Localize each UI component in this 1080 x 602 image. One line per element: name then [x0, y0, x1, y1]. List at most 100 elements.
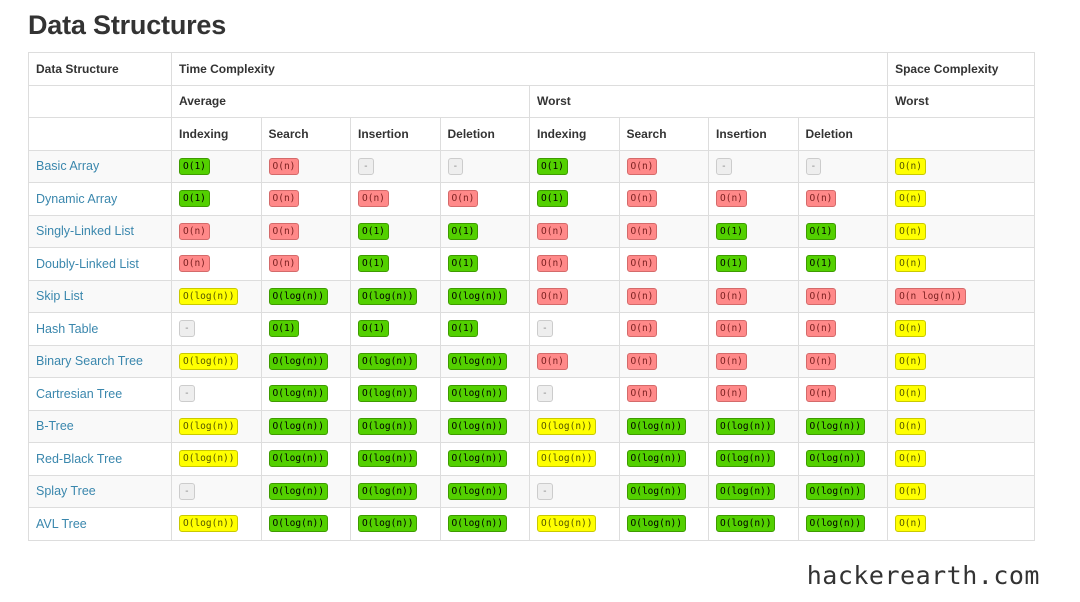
complexity-badge: - — [358, 157, 374, 175]
header-worst-indexing: Indexing — [529, 117, 620, 151]
complexity-badge: O(n) — [895, 417, 926, 435]
data-structure-link[interactable]: Hash Table — [36, 322, 98, 336]
complexity-badge: O(log(n)) — [537, 450, 597, 468]
table-row: Cartresian Tree - O(log(n)) O(log(n)) O(log(… — [28, 377, 1036, 411]
complexity-badge: O(n) — [179, 222, 210, 240]
cell-worst-deletion: - — [797, 149, 889, 183]
complexity-badge: O(log(n)) — [447, 287, 507, 305]
cell-worst-search: O(n) — [618, 247, 709, 281]
cell-worst-indexing: O(1) — [529, 182, 620, 216]
complexity-badge: O(log(n)) — [716, 417, 776, 435]
cell-worst-deletion: O(n) — [797, 182, 889, 216]
complexity-badge: O(n) — [895, 515, 926, 533]
cell-space-worst: O(n) — [887, 182, 1036, 216]
complexity-badge: - — [716, 157, 732, 175]
complexity-badge: O(1) — [268, 320, 300, 338]
cell-avg-deletion: O(1) — [439, 214, 530, 248]
complexity-badge: O(n) — [626, 320, 658, 338]
cell-avg-deletion: O(log(n)) — [439, 474, 530, 508]
data-structure-link[interactable]: Splay Tree — [36, 484, 96, 498]
table-row: B-Tree O(log(n)) O(log(n)) O(log(n)) O(log(n… — [28, 409, 1036, 443]
cell-worst-indexing: - — [529, 377, 620, 411]
header-empty — [28, 84, 172, 118]
cell-space-worst: O(n) — [887, 149, 1036, 183]
cell-avg-insertion: O(log(n)) — [350, 507, 441, 541]
complexity-badge: O(n) — [895, 222, 926, 240]
complexity-badge: O(log(n)) — [537, 417, 597, 435]
complexity-badge: O(log(n)) — [805, 450, 865, 468]
cell-avg-indexing: O(log(n)) — [171, 344, 262, 378]
data-structure-link[interactable]: Skip List — [36, 289, 83, 303]
header-avg-insertion: Insertion — [350, 117, 441, 151]
complexity-badge: O(log(n)) — [268, 352, 328, 370]
complexity-badge: O(log(n)) — [716, 515, 776, 533]
data-structure-link[interactable]: Binary Search Tree — [36, 354, 143, 368]
complexity-badge: O(log(n)) — [447, 450, 507, 468]
header-space-worst: Worst — [887, 84, 1036, 118]
complexity-badge: O(1) — [358, 320, 389, 338]
cell-avg-search: O(log(n)) — [260, 377, 351, 411]
header-avg-deletion: Deletion — [439, 117, 530, 151]
cell-avg-search: O(log(n)) — [260, 279, 351, 313]
cell-avg-search: O(log(n)) — [260, 409, 351, 443]
cell-avg-indexing: O(log(n)) — [171, 507, 262, 541]
complexity-badge: O(log(n)) — [179, 417, 239, 435]
cell-worst-insertion: O(n) — [708, 279, 799, 313]
cell-worst-insertion: O(log(n)) — [708, 474, 799, 508]
cell-worst-insertion: O(1) — [708, 214, 799, 248]
complexity-badge: O(n log(n)) — [895, 287, 966, 305]
row-name-cell: Doubly-Linked List — [28, 247, 172, 281]
cell-avg-deletion: O(log(n)) — [439, 442, 530, 476]
header-empty — [28, 117, 172, 151]
cell-worst-search: O(n) — [618, 279, 709, 313]
cell-avg-indexing: O(n) — [171, 214, 262, 248]
cell-avg-indexing: O(log(n)) — [171, 279, 262, 313]
complexity-badge: O(n) — [537, 222, 568, 240]
complexity-badge: O(log(n)) — [716, 450, 776, 468]
cell-worst-insertion: - — [708, 149, 799, 183]
complexity-badge: O(log(n)) — [447, 385, 507, 403]
data-structure-link[interactable]: AVL Tree — [36, 517, 87, 531]
data-structure-link[interactable]: Singly-Linked List — [36, 224, 134, 238]
table-row: Singly-Linked List O(n) O(n) O(1) O(1) O(n) O(… — [28, 214, 1036, 248]
row-name-cell: Splay Tree — [28, 474, 172, 508]
table-row: AVL Tree O(log(n)) O(log(n)) O(log(n)) O(log… — [28, 507, 1036, 541]
cell-worst-search: O(log(n)) — [618, 507, 709, 541]
cell-avg-insertion: O(log(n)) — [350, 474, 441, 508]
cell-avg-search: O(n) — [260, 149, 351, 183]
complexity-badge: O(n) — [716, 385, 747, 403]
data-structure-link[interactable]: Basic Array — [36, 159, 99, 173]
data-structure-link[interactable]: Doubly-Linked List — [36, 257, 139, 271]
complexity-badge: O(log(n)) — [358, 385, 418, 403]
cell-worst-deletion: O(n) — [797, 344, 889, 378]
complexity-badge: O(n) — [268, 157, 300, 175]
cell-worst-search: O(log(n)) — [618, 474, 709, 508]
header-worst: Worst — [528, 84, 889, 118]
complexity-badge: O(log(n)) — [179, 352, 239, 370]
cell-avg-insertion: O(log(n)) — [350, 377, 441, 411]
complexity-badge: O(log(n)) — [179, 287, 239, 305]
complexity-badge: O(n) — [895, 190, 926, 208]
cell-space-worst: O(n) — [887, 507, 1036, 541]
complexity-badge: O(n) — [179, 255, 210, 273]
complexity-badge: O(n) — [447, 190, 479, 208]
header-time-complexity: Time Complexity — [170, 52, 889, 86]
cell-worst-deletion: O(log(n)) — [797, 409, 889, 443]
cell-avg-insertion: O(log(n)) — [350, 442, 441, 476]
cell-worst-deletion: O(1) — [797, 214, 889, 248]
cell-avg-indexing: - — [171, 377, 262, 411]
cell-avg-indexing: O(1) — [171, 182, 262, 216]
cell-avg-deletion: O(n) — [439, 182, 530, 216]
header-worst-insertion: Insertion — [708, 117, 799, 151]
data-structure-link[interactable]: Red-Black Tree — [36, 452, 122, 466]
data-structure-link[interactable]: B-Tree — [36, 419, 74, 433]
data-structure-link[interactable]: Cartresian Tree — [36, 387, 122, 401]
complexity-badge: O(n) — [626, 222, 658, 240]
complexity-badge: O(log(n)) — [626, 482, 686, 500]
cell-avg-search: O(n) — [260, 247, 351, 281]
cell-avg-deletion: O(log(n)) — [439, 279, 530, 313]
cell-worst-insertion: O(log(n)) — [708, 409, 799, 443]
data-structure-link[interactable]: Dynamic Array — [36, 192, 117, 206]
complexity-badge: O(n) — [805, 287, 837, 305]
complexity-badge: O(log(n)) — [537, 515, 597, 533]
